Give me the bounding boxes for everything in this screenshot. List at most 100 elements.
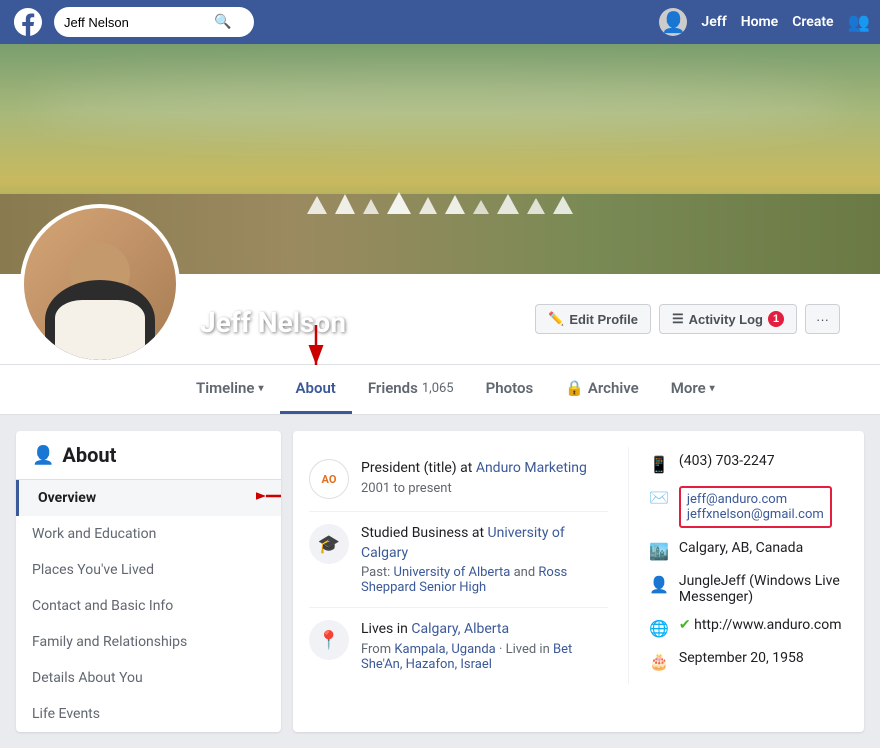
chevron-down-icon: ▾ (258, 383, 263, 394)
family-relationships-label: Family and Relationships (32, 634, 187, 650)
education-info-content: Studied Business at University of Calgar… (361, 524, 608, 595)
sidebar-item-details[interactable]: Details About You (16, 660, 281, 696)
more-options-button[interactable]: ··· (805, 304, 840, 334)
email-contact-item: ✉️ jeff@anduro.com jeffxnelson@gmail.com (649, 480, 848, 534)
contact-info-label: Contact and Basic Info (32, 598, 173, 614)
details-label: Details About You (32, 670, 143, 686)
verified-icon: ✔ (679, 617, 691, 633)
birthday-icon: 🎂 (649, 652, 669, 671)
overview-two-col: AO President (title) at Anduro Marketing… (309, 447, 848, 684)
sidebar-item-events[interactable]: Life Events (16, 696, 281, 732)
tab-photos[interactable]: Photos (470, 365, 550, 414)
education-info-row: 🎓 Studied Business at University of Calg… (309, 512, 608, 608)
work-info-content: President (title) at Anduro Marketing 20… (361, 459, 608, 496)
location-sub-text: From Kampala, Uganda · Lived in Bet She'… (361, 642, 608, 672)
sidebar-item-places[interactable]: Places You've Lived (16, 552, 281, 588)
tab-photos-label: Photos (486, 379, 534, 397)
email-primary[interactable]: jeff@anduro.com (687, 492, 824, 507)
search-icon: 🔍 (214, 14, 231, 30)
city-icon: 🏙️ (649, 542, 669, 561)
edit-profile-button[interactable]: ✏️ Edit Profile (535, 304, 651, 334)
nav-create-link[interactable]: Create (792, 14, 833, 30)
tab-about-label: About (296, 379, 336, 397)
person-shirt (55, 300, 145, 360)
tab-archive[interactable]: 🔒 Archive (549, 365, 655, 414)
sidebar-item-family[interactable]: Family and Relationships (16, 624, 281, 660)
tab-archive-label: Archive (588, 379, 639, 397)
messenger-text: JungleJeff (Windows Live Messenger) (679, 573, 848, 605)
profile-name: Jeff Nelson (200, 306, 346, 349)
people-icon[interactable]: 👥 (848, 12, 870, 33)
nav-home-link[interactable]: Home (741, 14, 779, 30)
email-icon: ✉️ (649, 488, 669, 507)
kampala-link[interactable]: Kampala, Uganda (394, 642, 495, 657)
overview-arrow (256, 481, 281, 515)
messenger-icon: 👤 (649, 575, 669, 594)
list-icon: ☰ (672, 311, 684, 327)
work-education-label: Work and Education (32, 526, 156, 542)
tab-timeline[interactable]: Timeline ▾ (180, 365, 280, 414)
edit-profile-label: Edit Profile (569, 312, 638, 327)
tab-more[interactable]: More ▾ (655, 365, 731, 414)
search-bar[interactable]: 🔍 (54, 7, 254, 37)
messenger-contact-item: 👤 JungleJeff (Windows Live Messenger) (649, 567, 848, 611)
anduro-marketing-link[interactable]: Anduro Marketing (476, 460, 587, 476)
city-contact-item: 🏙️ Calgary, AB, Canada (649, 534, 848, 567)
about-main-content: AO President (title) at Anduro Marketing… (293, 431, 864, 732)
work-sub-text: 2001 to present (361, 481, 608, 496)
anduro-logo-icon: AO (309, 459, 349, 499)
phone-icon: 📱 (649, 455, 669, 474)
tab-about[interactable]: About (280, 365, 352, 414)
about-card: 👤 About Overview (16, 431, 281, 732)
birthday-text: September 20, 1958 (679, 650, 804, 666)
about-sidebar: 👤 About Overview (16, 431, 281, 732)
website-url[interactable]: ✔ http://www.anduro.com (679, 617, 842, 633)
phone-number: (403) 703-2247 (679, 453, 775, 469)
map-symbol: 📍 (318, 630, 340, 651)
search-input[interactable] (64, 15, 214, 30)
nav-user-name[interactable]: Jeff (701, 14, 726, 30)
education-main-text: Studied Business at University of Calgar… (361, 524, 608, 563)
website-contact-item: 🌐 ✔ http://www.anduro.com (649, 611, 848, 644)
anduro-text: AO (322, 473, 337, 486)
sidebar-item-overview[interactable]: Overview (16, 480, 281, 516)
nav-right-area: 👤 Jeff Home Create 👥 (659, 8, 870, 36)
profile-info-bar: Jeff Nelson ✏️ Edit Profile ☰ Activity L… (0, 274, 880, 365)
location-info-row: 📍 Lives in Calgary, Alberta From Kampala… (309, 608, 608, 684)
tab-friends-label: Friends (368, 379, 418, 397)
profile-cover-wrapper: Jeff Nelson ✏️ Edit Profile ☰ Activity L… (0, 44, 880, 415)
sidebar-item-contact[interactable]: Contact and Basic Info (16, 588, 281, 624)
nav-avatar[interactable]: 👤 (659, 8, 687, 36)
phone-contact-item: 📱 (403) 703-2247 (649, 447, 848, 480)
tab-more-label: More (671, 379, 706, 397)
ualberta-link[interactable]: University of Alberta (394, 565, 511, 580)
profile-tabs: Timeline ▾ About Friends 1,065 (0, 365, 880, 415)
sidebar-item-work[interactable]: Work and Education (16, 516, 281, 552)
profile-cover: Jeff Nelson ✏️ Edit Profile ☰ Activity L… (0, 44, 880, 365)
overview-left-col: AO President (title) at Anduro Marketing… (309, 447, 608, 684)
friends-count: 1,065 (422, 381, 454, 396)
more-chevron-icon: ▾ (710, 383, 715, 394)
location-main-text: Lives in Calgary, Alberta (361, 620, 608, 640)
about-title: About (62, 443, 116, 467)
birthday-contact-item: 🎂 September 20, 1958 (649, 644, 848, 677)
activity-badge: 1 (768, 311, 784, 327)
tab-timeline-label: Timeline (196, 379, 254, 397)
city-text: Calgary, AB, Canada (679, 540, 803, 556)
graduation-cap-icon: 🎓 (309, 524, 349, 564)
work-main-text: President (title) at Anduro Marketing (361, 459, 608, 479)
email-secondary[interactable]: jeffxnelson@gmail.com (687, 507, 824, 522)
facebook-logo[interactable] (10, 4, 46, 40)
calgary-link[interactable]: Calgary, Alberta (411, 621, 509, 637)
ucalgary-link[interactable]: University of Calgary (361, 525, 565, 561)
overview-right-col: 📱 (403) 703-2247 ✉️ jeff@anduro.com jeff… (628, 447, 848, 684)
dots-icon: ··· (816, 312, 829, 327)
profile-name-area: Jeff Nelson ✏️ Edit Profile ☰ Activity L… (180, 294, 860, 364)
email-box: jeff@anduro.com jeffxnelson@gmail.com (679, 486, 832, 528)
lock-icon: 🔒 (565, 379, 584, 397)
cap-symbol: 🎓 (318, 534, 340, 555)
activity-log-button[interactable]: ☰ Activity Log 1 (659, 304, 797, 334)
location-info-content: Lives in Calgary, Alberta From Kampala, … (361, 620, 608, 672)
main-content: 👤 About Overview (0, 431, 880, 732)
tab-friends[interactable]: Friends 1,065 (352, 365, 470, 414)
